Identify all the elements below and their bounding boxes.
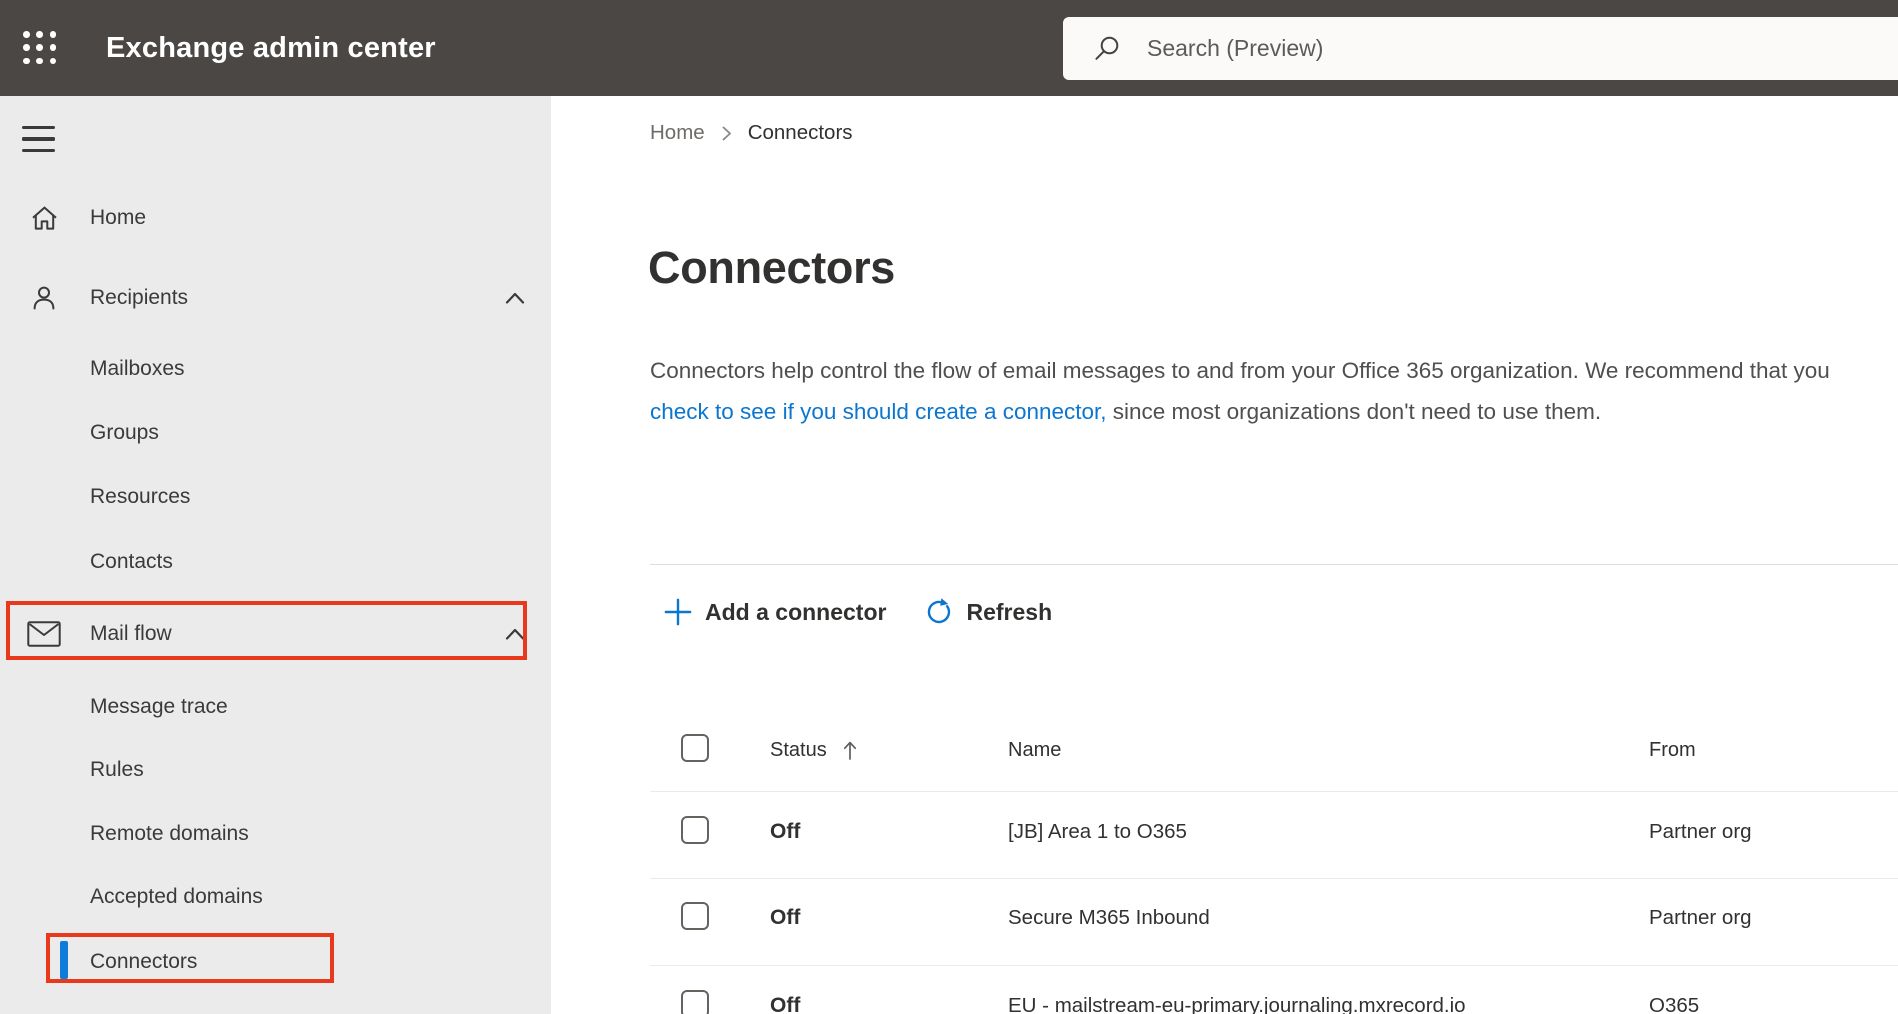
column-header-name[interactable]: Name	[1008, 728, 1061, 772]
status-cell: Off	[770, 906, 801, 929]
description-text: Connectors help control the flow of emai…	[650, 358, 1830, 383]
page-title: Connectors	[648, 242, 896, 293]
name-cell: Secure M365 Inbound	[1008, 906, 1210, 929]
status-cell: Off	[770, 820, 801, 843]
sidebar-item-mailboxes[interactable]: Mailboxes	[0, 345, 551, 393]
from-cell: Partner org	[1649, 820, 1752, 843]
search-input[interactable]	[1147, 17, 1898, 80]
sidebar-item-label: Groups	[90, 421, 159, 444]
toolbar-divider	[650, 564, 1898, 565]
breadcrumb-current: Connectors	[747, 121, 853, 144]
sidebar-item-message-trace[interactable]: Message trace	[0, 683, 551, 731]
sidebar-item-groups[interactable]: Groups	[0, 409, 551, 457]
name-cell: EU - mailstream-eu-primary.journaling.mx…	[1008, 994, 1466, 1014]
column-header-from[interactable]: From	[1649, 728, 1696, 772]
sidebar-item-recipients[interactable]: Recipients	[0, 274, 551, 322]
main-content: Home Connectors Connectors Connectors he…	[551, 96, 1898, 1014]
sort-ascending-icon	[841, 738, 859, 763]
chevron-right-icon	[720, 124, 733, 143]
row-divider	[650, 878, 1898, 879]
hamburger-menu-icon[interactable]	[22, 126, 55, 152]
app-title: Exchange admin center	[106, 31, 436, 64]
sidebar-item-resources[interactable]: Resources	[0, 473, 551, 521]
refresh-button[interactable]: Refresh	[924, 597, 1052, 627]
row-checkbox[interactable]	[681, 902, 709, 930]
page-description: Connectors help control the flow of emai…	[650, 350, 1874, 432]
sidebar-item-contacts[interactable]: Contacts	[0, 538, 551, 586]
description-text: since most organizations don't need to u…	[1106, 399, 1602, 424]
table-row[interactable]: Off EU - mailstream-eu-primary.journalin…	[551, 984, 1898, 1014]
row-checkbox[interactable]	[681, 816, 709, 844]
name-cell: [JB] Area 1 to O365	[1008, 820, 1187, 843]
row-divider	[650, 965, 1898, 966]
add-connector-label: Add a connector	[705, 598, 887, 625]
search-box[interactable]	[1063, 17, 1898, 80]
home-icon	[27, 202, 61, 234]
person-icon	[27, 282, 61, 314]
sidebar-item-label: Mailboxes	[90, 357, 185, 380]
selected-item-indicator	[60, 941, 68, 979]
sidebar-item-label: Home	[90, 206, 147, 229]
sidebar-item-label: Rules	[90, 758, 144, 781]
sidebar-item-label: Contacts	[90, 550, 173, 573]
from-cell: Partner org	[1649, 906, 1752, 929]
table-header-row: Status Name From	[551, 728, 1898, 772]
chevron-up-icon[interactable]	[501, 285, 529, 313]
breadcrumb-home-link[interactable]: Home	[650, 121, 705, 145]
table-row[interactable]: Off Secure M365 Inbound Partner org	[551, 896, 1898, 940]
search-icon	[1093, 34, 1123, 64]
sidebar-item-label: Resources	[90, 485, 191, 508]
sidebar-item-mail-flow[interactable]: Mail flow	[0, 610, 551, 658]
add-connector-button[interactable]: Add a connector	[663, 597, 886, 627]
sidebar-item-label: Recipients	[90, 286, 189, 309]
select-all-checkbox[interactable]	[681, 734, 709, 762]
sidebar-item-connectors[interactable]: Connectors	[0, 938, 551, 986]
chevron-up-icon[interactable]	[501, 621, 529, 649]
plus-icon	[663, 597, 693, 627]
status-cell: Off	[770, 994, 801, 1014]
sidebar-item-remote-domains[interactable]: Remote domains	[0, 810, 551, 858]
refresh-icon	[924, 597, 954, 627]
app-launcher-icon[interactable]	[23, 31, 63, 65]
row-divider	[650, 791, 1898, 792]
top-bar: Exchange admin center	[0, 0, 1898, 96]
sidebar-item-accepted-domains[interactable]: Accepted domains	[0, 873, 551, 921]
refresh-label: Refresh	[966, 598, 1053, 625]
sidebar-item-home[interactable]: Home	[0, 194, 551, 242]
from-cell: O365	[1649, 994, 1700, 1014]
sidebar-item-label: Mail flow	[90, 622, 172, 645]
sidebar-item-label: Accepted domains	[90, 885, 263, 908]
sidebar-nav: Home Recipients Mailboxes Groups Resourc…	[0, 96, 551, 1014]
row-checkbox[interactable]	[681, 990, 709, 1014]
exchange-admin-center-screen: Exchange admin center Home	[0, 0, 1898, 1014]
sidebar-item-rules[interactable]: Rules	[0, 746, 551, 794]
column-header-status[interactable]: Status	[770, 728, 859, 772]
mail-icon	[27, 618, 61, 650]
sidebar-item-label: Remote domains	[90, 822, 249, 845]
table-row[interactable]: Off [JB] Area 1 to O365 Partner org	[551, 810, 1898, 854]
create-connector-check-link[interactable]: check to see if you should create a conn…	[650, 399, 1107, 424]
breadcrumb: Home Connectors	[650, 118, 853, 148]
sidebar-item-label: Connectors	[90, 950, 198, 973]
sidebar-item-label: Message trace	[90, 695, 228, 718]
command-bar: Add a connector Refresh	[663, 590, 1052, 634]
